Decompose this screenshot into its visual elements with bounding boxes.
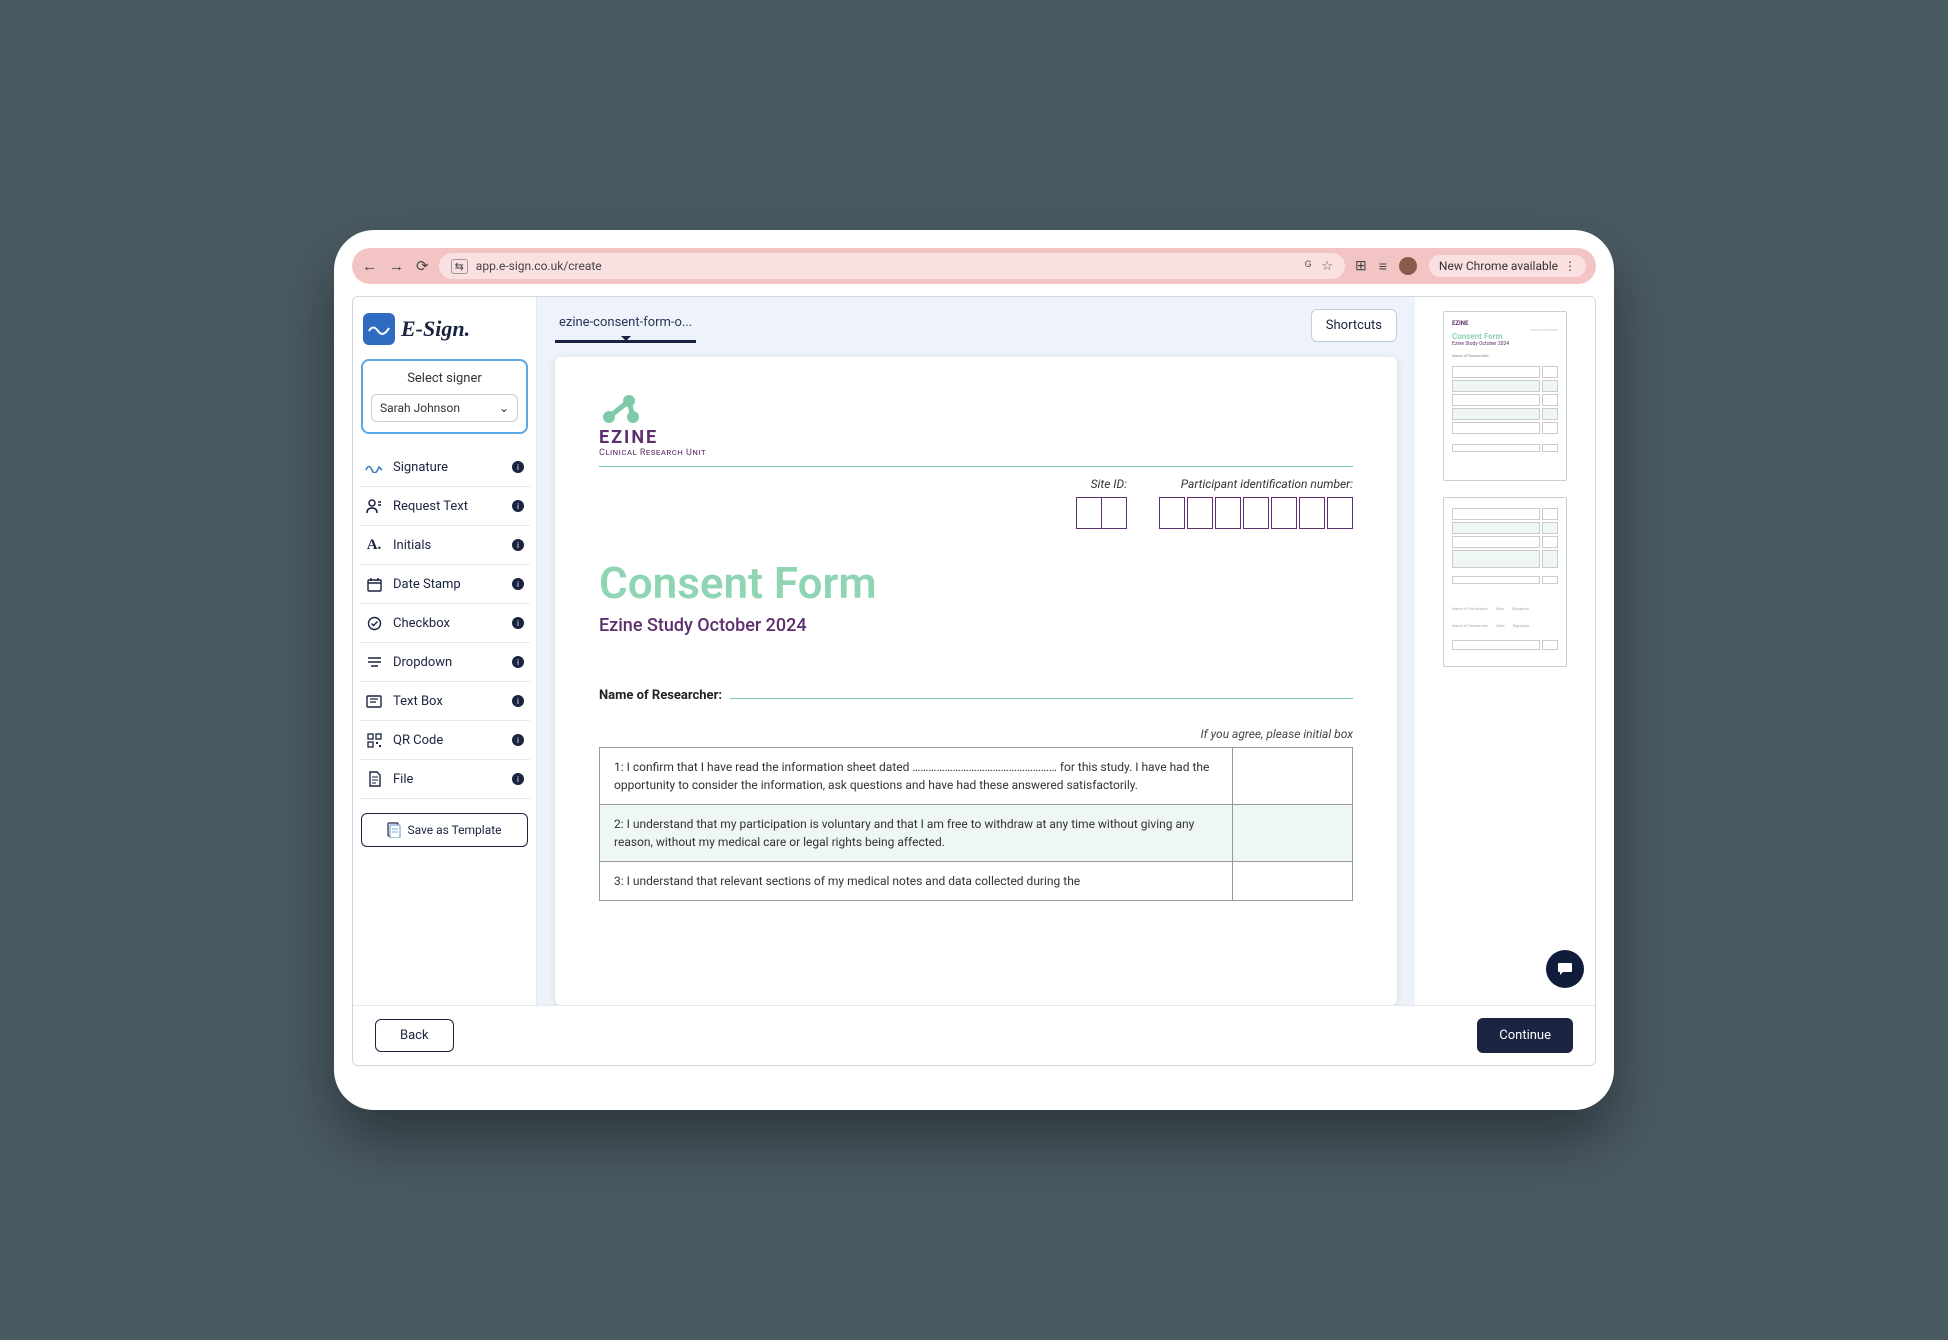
document-area: ezine-consent-form-o... Shortcuts EZ xyxy=(537,297,1415,1005)
info-icon[interactable]: i xyxy=(512,734,524,746)
table-row: 1: I confirm that I have read the inform… xyxy=(600,748,1353,805)
tool-signature[interactable]: Signature i xyxy=(359,448,530,487)
reading-list-icon[interactable]: ≡ xyxy=(1379,258,1387,275)
chevron-down-icon: ⌄ xyxy=(499,401,509,415)
tool-date-stamp[interactable]: Date Stamp i xyxy=(359,565,530,604)
tool-qr-code[interactable]: QR Code i xyxy=(359,721,530,760)
nav-reload-icon[interactable]: ⟳ xyxy=(416,257,429,275)
tool-text-box[interactable]: Text Box i xyxy=(359,682,530,721)
qr-code-icon xyxy=(365,731,383,749)
page-thumbnails: EZINE ▭▭ ▭▭▭▭▭ Consent Form Ezine Study … xyxy=(1415,297,1595,1005)
continue-button[interactable]: Continue xyxy=(1477,1018,1573,1053)
info-icon[interactable]: i xyxy=(512,656,524,668)
table-row: 3: I understand that relevant sections o… xyxy=(600,862,1353,901)
chat-icon xyxy=(1556,960,1574,978)
sidebar: E-Sign. Select signer Sarah Johnson ⌄ Si… xyxy=(353,297,537,1005)
kebab-icon: ⋮ xyxy=(1564,259,1576,273)
app-logo: E-Sign. xyxy=(359,307,530,359)
logo-text: E-Sign. xyxy=(401,316,470,342)
ezine-mark-icon xyxy=(599,393,643,425)
info-icon[interactable]: i xyxy=(512,539,524,551)
researcher-line xyxy=(730,698,1353,699)
document-tab[interactable]: ezine-consent-form-o... xyxy=(555,307,696,343)
app-footer: Back Continue xyxy=(353,1005,1595,1065)
document-page[interactable]: EZINE Clinical Research Unit Site ID: xyxy=(555,357,1397,1005)
initials-icon: A. xyxy=(365,536,383,554)
nav-forward-icon[interactable]: → xyxy=(389,257,404,275)
url-text: app.e-sign.co.uk/create xyxy=(476,259,602,273)
url-bar[interactable]: ⇆ app.e-sign.co.uk/create ᴳ ☆ xyxy=(439,253,1345,279)
browser-toolbar: ← → ⟳ ⇆ app.e-sign.co.uk/create ᴳ ☆ ⊞ ≡ … xyxy=(352,248,1596,284)
tool-request-text[interactable]: Request Text i xyxy=(359,487,530,526)
participant-id-label: Participant identification number: xyxy=(1157,477,1353,491)
extensions-icon[interactable]: ⊞ xyxy=(1355,258,1367,274)
dropdown-icon xyxy=(365,653,383,671)
signer-panel-label: Select signer xyxy=(371,371,518,386)
consent-table: 1: I confirm that I have read the inform… xyxy=(599,747,1353,901)
page-thumbnail-2[interactable]: Name of ParticipantDateSignature Name of… xyxy=(1443,497,1567,667)
nav-back-icon[interactable]: ← xyxy=(362,257,377,275)
info-icon[interactable]: i xyxy=(512,461,524,473)
tool-checkbox[interactable]: Checkbox i xyxy=(359,604,530,643)
table-row: 2: I understand that my participation is… xyxy=(600,805,1353,862)
info-icon[interactable]: i xyxy=(512,773,524,785)
profile-avatar[interactable] xyxy=(1399,257,1417,275)
logo-mark-icon xyxy=(363,313,395,345)
tool-initials[interactable]: A.Initials i xyxy=(359,526,530,565)
signature-icon xyxy=(365,458,383,476)
info-icon[interactable]: i xyxy=(512,695,524,707)
participant-id-boxes xyxy=(1157,497,1353,529)
bookmark-icon[interactable]: ☆ xyxy=(1321,259,1333,274)
tool-list: Signature i Request Text i A.Initials i … xyxy=(359,448,530,799)
doc-logo: EZINE Clinical Research Unit xyxy=(599,393,1353,458)
signer-panel: Select signer Sarah Johnson ⌄ xyxy=(361,359,528,434)
info-icon[interactable]: i xyxy=(512,617,524,629)
agree-hint: If you agree, please initial box xyxy=(599,727,1353,741)
back-button[interactable]: Back xyxy=(375,1019,454,1052)
site-id-label: Site ID: xyxy=(1076,477,1127,491)
info-icon[interactable]: i xyxy=(512,500,524,512)
calendar-icon xyxy=(365,575,383,593)
template-icon xyxy=(387,822,401,838)
file-icon xyxy=(365,770,383,788)
document-subtitle: Ezine Study October 2024 xyxy=(599,615,1353,636)
checkbox-icon xyxy=(365,614,383,632)
researcher-label: Name of Researcher: xyxy=(599,688,722,703)
chrome-update-pill[interactable]: New Chrome available ⋮ xyxy=(1429,255,1586,277)
tool-dropdown[interactable]: Dropdown i xyxy=(359,643,530,682)
site-info-icon[interactable]: ⇆ xyxy=(451,259,468,274)
chat-launcher-button[interactable] xyxy=(1546,950,1584,988)
text-box-icon xyxy=(365,692,383,710)
signer-select[interactable]: Sarah Johnson ⌄ xyxy=(371,394,518,422)
tool-file[interactable]: File i xyxy=(359,760,530,799)
shortcuts-button[interactable]: Shortcuts xyxy=(1311,309,1397,342)
site-id-boxes xyxy=(1076,497,1127,529)
translate-icon[interactable]: ᴳ xyxy=(1305,258,1311,274)
info-icon[interactable]: i xyxy=(512,578,524,590)
page-thumbnail-1[interactable]: EZINE ▭▭ ▭▭▭▭▭ Consent Form Ezine Study … xyxy=(1443,311,1567,481)
document-title: Consent Form xyxy=(599,557,1353,609)
save-as-template-button[interactable]: Save as Template xyxy=(361,813,528,847)
person-icon xyxy=(365,497,383,515)
